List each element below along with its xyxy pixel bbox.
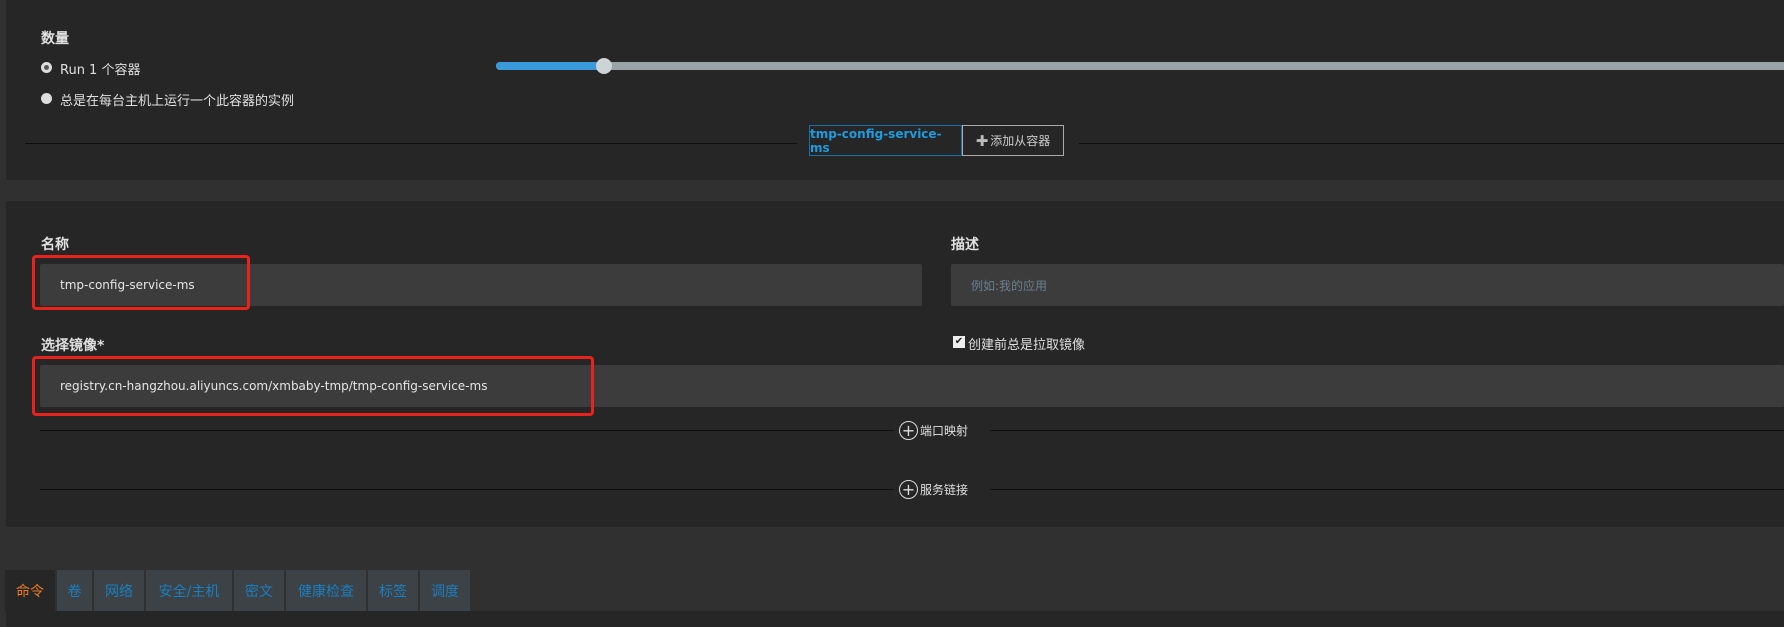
- divider: [1079, 143, 1784, 144]
- name-label: 名称: [41, 237, 69, 253]
- divider: [25, 143, 797, 144]
- radio-global[interactable]: [41, 93, 52, 104]
- port-mapping-button[interactable]: 端口映射: [920, 422, 968, 439]
- tab-network[interactable]: 网络: [94, 570, 144, 611]
- scale-slider[interactable]: [496, 58, 1784, 74]
- scale-label: 数量: [41, 31, 69, 47]
- tab-security-host[interactable]: 安全/主机: [146, 570, 232, 611]
- divider: [990, 489, 1784, 490]
- tab-content-area: [6, 611, 1784, 627]
- slider-thumb[interactable]: [596, 58, 612, 74]
- description-label: 描述: [951, 237, 979, 253]
- scale-panel: 数量 Run 1 个容器 总是在每台主机上运行一个此容器的实例 tmp-conf…: [6, 0, 1784, 180]
- tab-command[interactable]: 命令: [5, 570, 55, 611]
- highlight-name: [32, 255, 250, 310]
- tab-health-check[interactable]: 健康检查: [286, 570, 366, 611]
- container-tab-primary[interactable]: tmp-config-service-ms: [809, 125, 962, 156]
- radio-global-label: 总是在每台主机上运行一个此容器的实例: [60, 94, 295, 109]
- divider: [40, 430, 894, 431]
- divider: [990, 430, 1784, 431]
- description-input[interactable]: 例如:我的应用: [951, 264, 1784, 306]
- divider: [40, 489, 894, 490]
- pull-image-checkbox[interactable]: ✔: [953, 336, 965, 348]
- add-port-mapping-icon[interactable]: +: [899, 421, 918, 440]
- image-label: 选择镜像*: [41, 338, 105, 354]
- add-sidekick-label: 添加从容器: [990, 134, 1051, 148]
- slider-fill: [496, 62, 604, 70]
- tab-labels[interactable]: 标签: [368, 570, 418, 611]
- tab-scheduling[interactable]: 调度: [420, 570, 470, 611]
- add-sidekick-button[interactable]: ✚ 添加从容器: [962, 125, 1064, 156]
- radio-run-count-label: Run 1 个容器: [60, 63, 141, 78]
- tab-secrets[interactable]: 密文: [234, 570, 284, 611]
- plus-icon: ✚: [975, 131, 989, 150]
- radio-run-count[interactable]: [41, 62, 52, 73]
- pull-image-label: 创建前总是拉取镜像: [968, 338, 1086, 353]
- service-links-button[interactable]: 服务链接: [920, 481, 968, 498]
- highlight-image: [32, 356, 594, 416]
- tab-volumes[interactable]: 卷: [57, 570, 92, 611]
- add-service-link-icon[interactable]: +: [899, 480, 918, 499]
